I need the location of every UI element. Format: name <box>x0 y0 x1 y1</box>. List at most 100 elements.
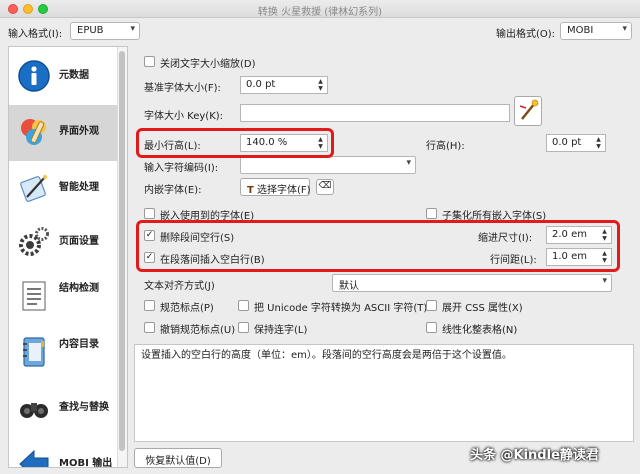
title-bar: 转换 火星救援 (律林幻系列) <box>0 0 640 18</box>
output-format-label: 输出格式(O): <box>496 29 556 40</box>
sidebar-item-structure[interactable]: 结构检测 <box>9 269 117 325</box>
clear-font-button[interactable]: ⌫ <box>316 179 334 195</box>
output-format-select[interactable]: MOBI ▾ <box>560 22 632 40</box>
stepper-icon[interactable]: ▲ ▼ <box>594 136 603 150</box>
disable-font-scaling-label: 关闭文字大小缩放(D) <box>160 59 256 70</box>
font-size-key-row: 字体大小 Key(K): <box>134 96 634 126</box>
notebook-icon <box>23 337 45 367</box>
sidebar-label-look-feel: 界面外观 <box>59 126 99 137</box>
sidebar-label-metadata: 元数据 <box>59 70 89 81</box>
disable-font-scaling-row: 关闭文字大小缩放(D) <box>134 52 634 74</box>
embed-used-fonts-label: 嵌入使用到的字体(E) <box>160 211 255 222</box>
linearize-tables-checkbox[interactable] <box>426 322 437 333</box>
help-description: 设置插入的空白行的高度（单位：em）。段落间的空行高度会是两倍于这个设置值。 <box>134 344 634 442</box>
keep-ligatures-label: 保持连字(L) <box>254 325 308 336</box>
sidebar-label-heuristic: 智能处理 <box>59 182 99 193</box>
input-format-select[interactable]: EPUB ▾ <box>70 22 140 40</box>
restore-defaults-button[interactable]: 恢复默认值(D) <box>134 448 222 468</box>
stepper-icon[interactable]: ▲ ▼ <box>316 136 325 150</box>
indent-size-field[interactable]: 2.0 em ▲ ▼ <box>546 226 612 244</box>
unsmarten-punctuation-label: 撤销规范标点(U) <box>160 325 236 336</box>
stepper-icon[interactable]: ▲ ▼ <box>316 78 325 92</box>
stepper-icon[interactable]: ▲ ▼ <box>600 228 609 242</box>
document-icon <box>22 281 46 311</box>
input-encoding-row: 输入字符编码(I): ▾ <box>134 156 634 178</box>
choose-font-label: 选择字体(F) <box>257 185 311 196</box>
text-justification-label: 文本对齐方式(J) <box>144 281 215 292</box>
sidebar-item-toc[interactable]: 内容目录 <box>9 325 117 381</box>
unicode-to-ascii-label: 把 Unicode 字符转换为 ASCII 字符(T) <box>254 303 428 314</box>
smarten-punctuation-label: 规范标点(P) <box>160 303 214 314</box>
info-icon <box>18 60 50 92</box>
base-font-size-value: 0.0 pt <box>246 79 276 90</box>
look-feel-panel: 关闭文字大小缩放(D) 基准字体大小(F): 0.0 pt ▲ ▼ 字体大小 Ke… <box>134 46 634 342</box>
wizard-icon <box>519 99 539 120</box>
sidebar-item-metadata[interactable]: 元数据 <box>9 49 117 105</box>
smarten-punctuation-checkbox[interactable] <box>144 300 155 311</box>
sidebar-item-page-setup[interactable]: 页面设置 <box>9 215 117 271</box>
disable-font-scaling-checkbox[interactable] <box>144 56 155 67</box>
gear-icon <box>19 227 49 256</box>
base-font-size-label: 基准字体大小(F): <box>144 83 221 94</box>
min-line-height-label: 最小行高(L): <box>144 141 201 152</box>
embed-options-row: 嵌入使用到的字体(E) 子集化所有嵌入字体(S) <box>134 204 634 226</box>
sidebar-item-heuristic[interactable]: 智能处理 <box>9 161 117 217</box>
watermark: 头条 @Kindle静读君 <box>470 448 599 463</box>
sidebar: 元数据 界面外观 智能处理 页面设置 结构检测 内容目录 查找与替换 MOBI … <box>8 46 128 468</box>
sidebar-item-mobi-output[interactable]: MOBI 输出 <box>9 437 117 467</box>
sidebar-label-page-setup: 页面设置 <box>59 236 99 247</box>
font-icon: T <box>247 185 254 196</box>
sidebar-item-look-feel[interactable]: 界面外观 <box>9 105 117 161</box>
unsmarten-punctuation-checkbox[interactable] <box>144 322 155 333</box>
embed-used-fonts-checkbox[interactable] <box>144 208 155 219</box>
indent-size-value: 2.0 em <box>552 229 587 240</box>
sidebar-scroll-thumb[interactable] <box>119 51 125 451</box>
embed-font-row: 内嵌字体(E): T 选择字体(F) ⌫ <box>134 178 634 200</box>
expand-css-label: 展开 CSS 属性(X) <box>442 303 523 314</box>
min-line-height-field[interactable]: 140.0 % ▲ ▼ <box>240 134 328 152</box>
punctuation-row: 规范标点(P) 把 Unicode 字符转换为 ASCII 字符(T) 展开 C… <box>134 296 634 318</box>
wand-icon <box>20 175 47 202</box>
chevron-down-icon: ▾ <box>622 24 627 34</box>
insert-blank-line-row: ✓ 在段落间插入空白行(B) 行间距(L): 1.0 em ▲ ▼ <box>134 248 634 270</box>
expand-css-checkbox[interactable] <box>426 300 437 311</box>
stepper-icon[interactable]: ▲ ▼ <box>600 250 609 264</box>
line-spacing-value: 1.0 em <box>552 251 587 262</box>
input-encoding-select[interactable]: ▾ <box>240 156 416 174</box>
input-format-label: 输入格式(I): <box>8 29 63 40</box>
embed-font-label: 内嵌字体(E): <box>144 185 202 196</box>
output-format-value: MOBI <box>567 25 594 36</box>
line-height-field[interactable]: 0.0 pt ▲ ▼ <box>546 134 606 152</box>
font-size-wizard-button[interactable] <box>514 96 542 126</box>
line-height-row: 最小行高(L): 140.0 % ▲ ▼ 行高(H): 0.0 pt ▲ ▼ <box>134 134 634 156</box>
insert-blank-line-label: 在段落间插入空白行(B) <box>160 255 265 266</box>
remove-spacing-checkbox[interactable]: ✓ <box>144 230 155 241</box>
subset-fonts-checkbox[interactable] <box>426 208 437 219</box>
sidebar-label-toc: 内容目录 <box>59 339 99 350</box>
choose-font-button[interactable]: T 选择字体(F) <box>240 178 311 196</box>
base-font-size-row: 基准字体大小(F): 0.0 pt ▲ ▼ <box>134 76 634 98</box>
chevron-down-icon: ▾ <box>602 276 607 286</box>
text-justification-row: 文本对齐方式(J) 默认 ▾ <box>134 274 634 296</box>
text-justification-select[interactable]: 默认 ▾ <box>332 274 612 292</box>
input-encoding-label: 输入字符编码(I): <box>144 163 219 174</box>
linearize-tables-label: 线性化整表格(N) <box>442 325 518 336</box>
insert-blank-line-checkbox[interactable]: ✓ <box>144 252 155 263</box>
line-height-value: 0.0 pt <box>552 137 582 148</box>
line-height-label: 行高(H): <box>426 141 465 152</box>
chevron-down-icon: ▾ <box>406 158 411 168</box>
binoculars-icon <box>20 403 48 418</box>
line-spacing-field[interactable]: 1.0 em ▲ ▼ <box>546 248 612 266</box>
backspace-icon: ⌫ <box>318 181 332 191</box>
base-font-size-field[interactable]: 0.0 pt ▲ ▼ <box>240 76 328 94</box>
ligature-row: 撤销规范标点(U) 保持连字(L) 线性化整表格(N) <box>134 318 634 340</box>
sidebar-label-search-replace: 查找与替换 <box>59 402 109 413</box>
indent-size-label: 缩进尺寸(I): <box>478 233 533 244</box>
font-size-key-field[interactable] <box>240 104 510 122</box>
window-title: 转换 火星救援 (律林幻系列) <box>257 7 383 18</box>
sidebar-item-search-replace[interactable]: 查找与替换 <box>9 381 117 437</box>
paint-icon <box>21 119 46 145</box>
sidebar-scrollbar[interactable] <box>117 47 127 467</box>
keep-ligatures-checkbox[interactable] <box>238 322 249 333</box>
unicode-to-ascii-checkbox[interactable] <box>238 300 249 311</box>
